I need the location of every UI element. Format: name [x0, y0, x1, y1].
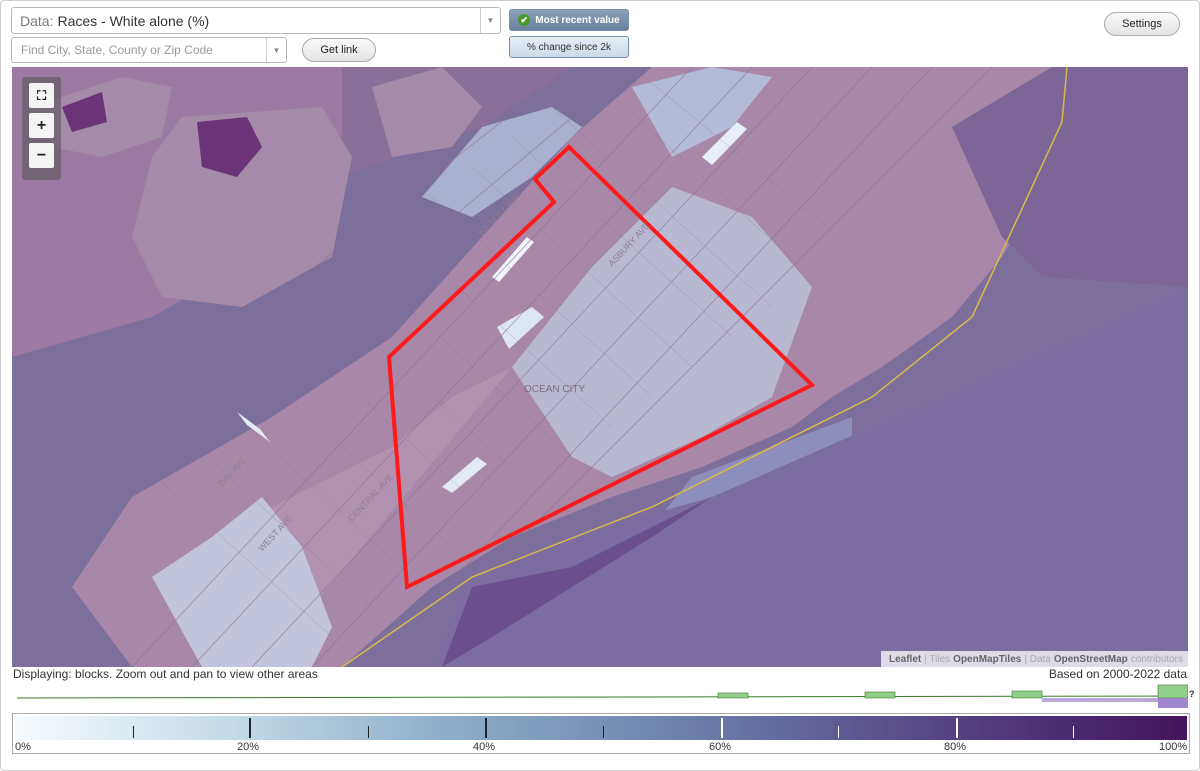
map-canvas: OCEAN CITY WESLEY AVE ASBURY AVE CENTRAL… [12, 67, 1188, 667]
color-legend: 0% 20% 40% 60% 80% 100% [12, 713, 1190, 754]
display-status: Displaying: blocks. Zoom out and pan to … [13, 667, 318, 681]
attribution-tiles-prefix: | Tiles [924, 653, 951, 665]
legend-tick [368, 726, 369, 738]
chevron-down-icon[interactable]: ▼ [480, 8, 500, 33]
zoom-out-button[interactable]: − [29, 143, 54, 168]
help-icon[interactable]: ? [1189, 689, 1195, 699]
percent-change-toggle[interactable]: % change since 2k [509, 36, 629, 58]
checkmark-icon: ✔ [518, 14, 531, 26]
place-label: OCEAN CITY [524, 384, 585, 395]
legend-label: 0% [15, 741, 31, 753]
zoom-controls: ⛶ + − [22, 77, 61, 180]
legend-label: 80% [944, 741, 967, 753]
most-recent-value-toggle[interactable]: ✔ Most recent value [509, 9, 629, 31]
legend-label: 40% [473, 741, 496, 753]
location-search[interactable]: ▼ [11, 37, 287, 63]
data-range-note: Based on 2000-2022 data [1048, 667, 1187, 681]
legend-tick [249, 718, 251, 738]
data-variable-select[interactable]: Data: Races - White alone (%) ▼ [11, 7, 501, 34]
leaflet-link[interactable]: Leaflet [889, 654, 921, 665]
legend-label: 60% [709, 741, 732, 753]
most-recent-label: Most recent value [535, 14, 620, 26]
legend-tick [485, 718, 487, 738]
legend-label: 100% [1159, 741, 1188, 753]
legend-label: 20% [237, 741, 260, 753]
data-select-prefix: Data: [20, 12, 54, 29]
choropleth-map[interactable]: OCEAN CITY WESLEY AVE ASBURY AVE CENTRAL… [12, 67, 1188, 667]
legend-tick [1073, 726, 1074, 738]
legend-tick [133, 726, 134, 738]
openstreetmap-link[interactable]: OpenStreetMap [1054, 654, 1128, 665]
zoom-in-button[interactable]: + [29, 113, 54, 138]
value-histogram [16, 684, 1188, 708]
attribution-contributors: contributors [1130, 653, 1183, 665]
openmaptiles-link[interactable]: OpenMapTiles [953, 654, 1021, 665]
legend-tick [838, 726, 839, 738]
legend-tick [721, 718, 723, 738]
map-attribution: Leaflet | Tiles OpenMapTiles | Data Open… [881, 651, 1188, 667]
legend-tick [603, 726, 604, 738]
chevron-down-icon[interactable]: ▼ [266, 38, 286, 62]
search-input[interactable] [12, 38, 262, 62]
attribution-data-prefix: | Data [1024, 653, 1051, 665]
settings-button[interactable]: Settings [1104, 12, 1180, 36]
data-select-value: Races - White alone (%) [57, 12, 210, 29]
legend-tick [956, 718, 958, 738]
percent-change-label: % change since 2k [527, 41, 611, 53]
fullscreen-icon[interactable]: ⛶ [29, 83, 54, 108]
get-link-button[interactable]: Get link [302, 38, 376, 62]
legend-gradient [15, 716, 1187, 740]
